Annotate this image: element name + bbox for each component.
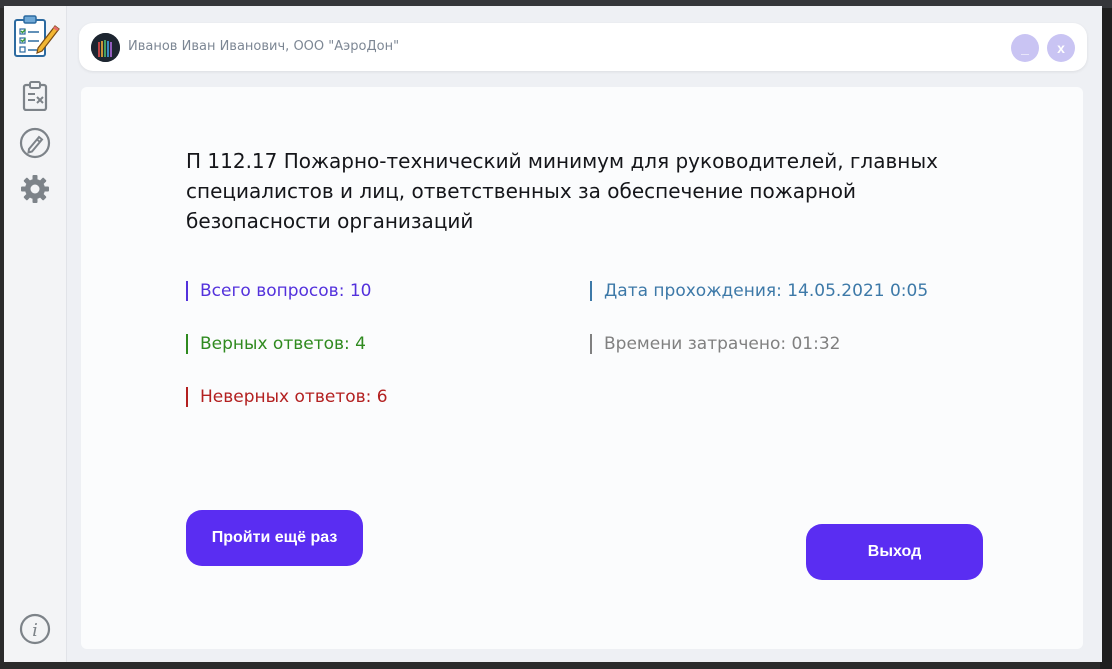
minimize-button[interactable]: _ xyxy=(1011,34,1039,62)
app-logo-icon xyxy=(10,12,62,62)
clipboard-icon xyxy=(21,81,49,115)
completion-date: Дата прохождения: 14.05.2021 0:05 xyxy=(590,281,928,301)
close-button[interactable]: x xyxy=(1047,34,1075,62)
exit-button-label: Выход xyxy=(867,543,922,560)
retry-button-label: Пройти ещё раз xyxy=(211,529,338,546)
result-panel: П 112.17 Пожарно-технический минимум для… xyxy=(81,87,1083,649)
sidebar-item-edit[interactable] xyxy=(18,127,52,163)
close-icon: x xyxy=(1057,40,1065,56)
app-window: i Иванов Иван Иванович, ООО "АэроДон" _ xyxy=(4,6,1102,662)
minimize-icon: _ xyxy=(1021,40,1029,56)
sidebar: i xyxy=(4,6,67,662)
sidebar-item-tests[interactable] xyxy=(18,81,52,115)
app-header: Иванов Иван Иванович, ООО "АэроДон" _ x xyxy=(79,23,1087,71)
correct-answers: Верных ответов: 4 xyxy=(186,334,366,354)
pencil-icon xyxy=(19,127,51,163)
sidebar-item-info[interactable]: i xyxy=(18,613,52,649)
svg-text:i: i xyxy=(32,620,38,641)
retry-button[interactable]: Пройти ещё раз xyxy=(186,510,363,566)
total-questions: Всего вопросов: 10 xyxy=(186,281,371,301)
user-name: Иванов Иван Иванович, ООО "АэроДон" xyxy=(128,39,400,54)
avatar[interactable] xyxy=(91,33,120,62)
gear-icon xyxy=(20,174,50,208)
time-spent: Времени затрачено: 01:32 xyxy=(590,334,840,354)
sidebar-item-settings[interactable] xyxy=(18,174,52,208)
test-title: П 112.17 Пожарно-технический минимум для… xyxy=(186,149,938,233)
wrong-answers: Неверных ответов: 6 xyxy=(186,387,388,407)
info-icon: i xyxy=(19,613,51,649)
exit-button[interactable]: Выход xyxy=(806,524,983,580)
